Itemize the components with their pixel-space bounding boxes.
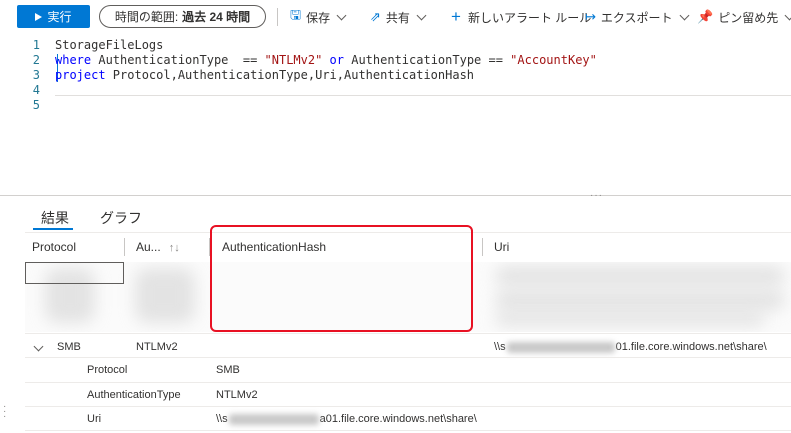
chevron-down-icon bbox=[336, 10, 347, 20]
redacted-text bbox=[228, 413, 319, 425]
string-literal: "AccountKey" bbox=[510, 53, 597, 67]
tab-results[interactable]: 結果 bbox=[41, 208, 69, 228]
active-tab-indicator bbox=[33, 228, 73, 230]
toolbar-divider bbox=[277, 8, 278, 26]
resize-handle[interactable]: · · · bbox=[3, 402, 6, 422]
uri-prefix: \\s bbox=[494, 341, 506, 353]
string-literal: "NTLMv2" bbox=[264, 53, 323, 67]
detail-key: AuthenticationType bbox=[87, 389, 181, 401]
query-editor[interactable]: 1 2 3 4 5 StorageFileLogs where Authenti… bbox=[0, 34, 791, 194]
line-number: 4 bbox=[32, 83, 40, 97]
row-divider bbox=[25, 430, 791, 431]
redacted-text bbox=[506, 341, 615, 353]
column-divider[interactable] bbox=[482, 238, 483, 256]
new-alert-rule-button[interactable]: + 新しいアラート ルール bbox=[451, 0, 591, 34]
column-header-authenticationtype[interactable]: Au... ↑↓ bbox=[136, 240, 180, 254]
uri-suffix: 01.file.core.windows.net\share\ bbox=[615, 341, 767, 353]
row-divider bbox=[25, 333, 791, 334]
column-header-protocol[interactable]: Protocol bbox=[32, 240, 76, 254]
run-button[interactable]: 実行 bbox=[17, 5, 90, 28]
column-header-label: Au... bbox=[136, 240, 161, 254]
code-text: Protocol,AuthenticationType,Uri,Authenti… bbox=[105, 68, 475, 82]
cell-auth-type: NTLMv2 bbox=[136, 341, 178, 353]
sort-icon: ↑↓ bbox=[168, 242, 180, 254]
current-line-indicator bbox=[55, 95, 791, 96]
code-line-2: where AuthenticationType == "NTLMv2" or … bbox=[55, 53, 597, 67]
highlight-annotation bbox=[210, 225, 473, 332]
chevron-down-icon bbox=[679, 10, 689, 20]
detail-value: SMB bbox=[216, 364, 240, 376]
row-divider bbox=[25, 382, 791, 383]
save-button[interactable]: 🖫 保存 bbox=[290, 0, 347, 34]
code-line-1: StorageFileLogs bbox=[55, 38, 164, 52]
uri-prefix: \\s bbox=[216, 413, 228, 425]
selected-cell[interactable] bbox=[25, 262, 124, 284]
export-label: エクスポート bbox=[600, 10, 673, 25]
save-label: 保存 bbox=[306, 10, 331, 25]
line-number: 5 bbox=[32, 98, 40, 112]
detail-value: NTLMv2 bbox=[216, 389, 258, 401]
chevron-down-icon bbox=[416, 10, 427, 20]
new-alert-label: 新しいアラート ルール bbox=[467, 10, 592, 25]
share-button[interactable]: ⇗ 共有 bbox=[370, 0, 427, 34]
pin-icon: 📌 bbox=[697, 9, 714, 24]
share-icon: ⇗ bbox=[370, 9, 381, 24]
toolbar: 実行 時間の範囲: 過去 24 時間 🖫 保存 ⇗ 共有 + 新しいアラート ル… bbox=[0, 0, 791, 34]
tab-chart[interactable]: グラフ bbox=[100, 208, 142, 228]
cell-uri: \\s 01.file.core.windows.net\share\ bbox=[494, 341, 767, 353]
code-text: AuthenticationType == bbox=[351, 53, 511, 67]
detail-key: Protocol bbox=[87, 364, 128, 376]
detail-key: Uri bbox=[87, 413, 102, 425]
share-label: 共有 bbox=[385, 10, 410, 25]
pin-button[interactable]: 📌 ピン留め先 bbox=[697, 0, 791, 34]
run-button-label: 実行 bbox=[47, 10, 72, 24]
keyword-where: where bbox=[55, 53, 92, 67]
time-range-label: 時間の範囲: bbox=[114, 10, 179, 24]
time-range-button[interactable]: 時間の範囲: 過去 24 時間 bbox=[99, 5, 266, 28]
row-divider bbox=[25, 406, 791, 407]
play-icon bbox=[35, 12, 43, 21]
keyword-or: or bbox=[322, 53, 352, 67]
uri-suffix: a01.file.core.windows.net\share\ bbox=[319, 413, 477, 425]
pane-splitter[interactable] bbox=[0, 195, 791, 196]
line-number: 2 bbox=[32, 53, 40, 67]
plus-icon: + bbox=[451, 7, 461, 26]
code-line-3: project Protocol,AuthenticationType,Uri,… bbox=[55, 68, 474, 82]
cell-protocol: SMB bbox=[57, 341, 81, 353]
column-header-uri[interactable]: Uri bbox=[494, 240, 509, 254]
code-text: AuthenticationType == bbox=[91, 53, 265, 67]
time-range-value: 過去 24 時間 bbox=[182, 10, 251, 24]
line-number: 1 bbox=[32, 38, 40, 52]
save-icon: 🖫 bbox=[290, 7, 302, 22]
row-divider bbox=[25, 357, 791, 358]
pin-label: ピン留め先 bbox=[718, 10, 779, 25]
detail-value: \\s a01.file.core.windows.net\share\ bbox=[216, 413, 477, 425]
keyword-project: project bbox=[55, 68, 106, 82]
chevron-down-icon bbox=[784, 10, 791, 20]
splitter-handle[interactable]: ··· bbox=[590, 190, 603, 201]
export-icon: ↦ bbox=[585, 9, 596, 24]
chevron-down-icon[interactable] bbox=[33, 341, 44, 352]
column-divider[interactable] bbox=[124, 238, 125, 256]
export-button[interactable]: ↦ エクスポート bbox=[585, 0, 689, 34]
line-number: 3 bbox=[32, 68, 40, 82]
